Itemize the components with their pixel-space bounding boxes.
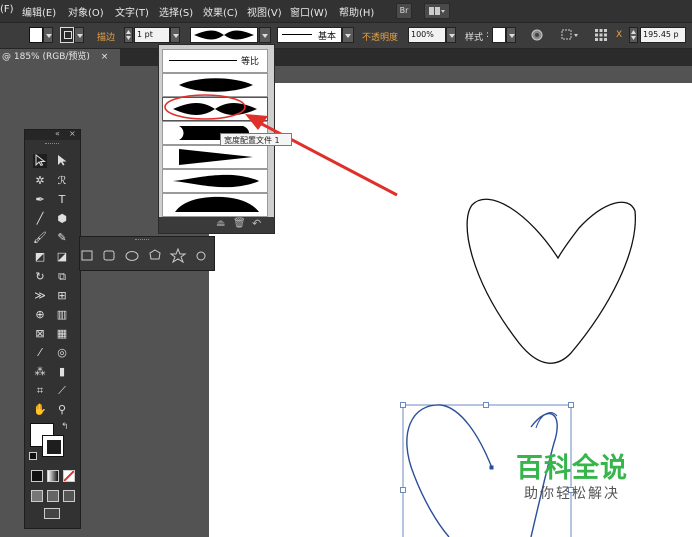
profile-tooltip: 宽度配置文件 1 [220, 133, 292, 146]
annotation-arrowhead [245, 114, 268, 130]
watermark-title: 百科全说 [516, 453, 628, 484]
watermark-subtitle: 助你轻松解决 [524, 486, 620, 502]
highlight-ellipse [164, 94, 246, 120]
